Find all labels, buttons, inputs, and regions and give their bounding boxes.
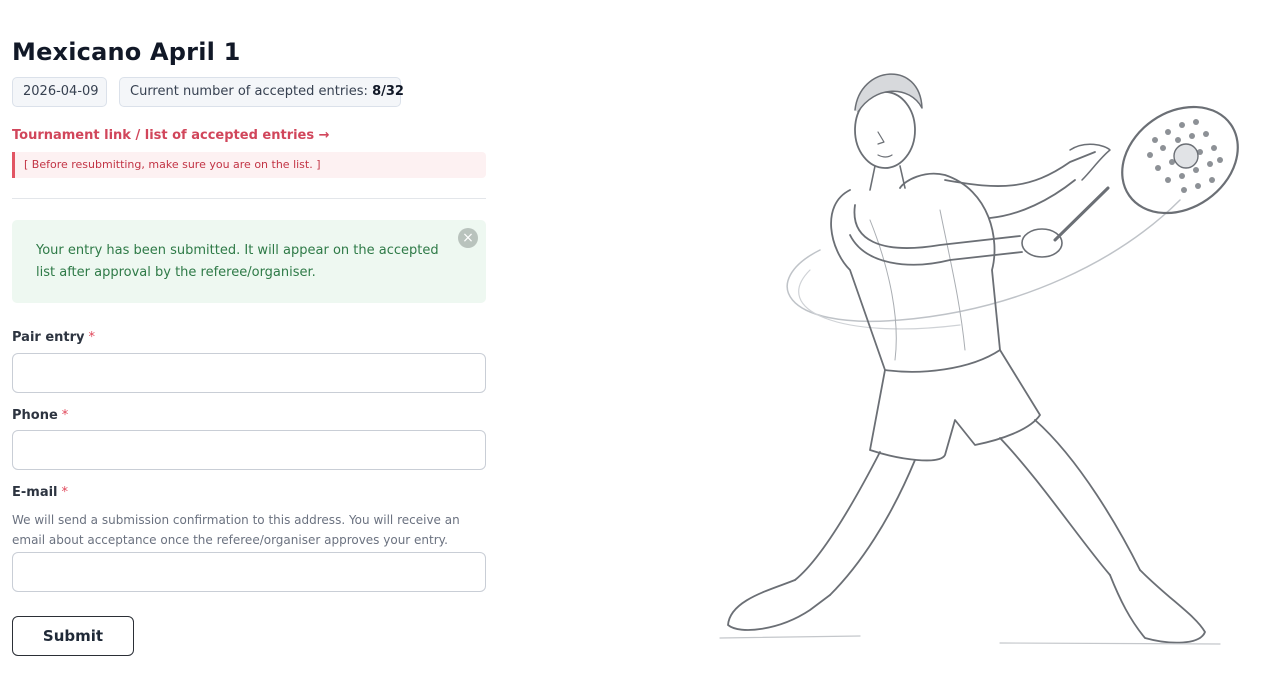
page: Mexicano April 1 2026-04-09 Current numb… (0, 0, 1269, 699)
submit-button[interactable]: Submit (12, 616, 134, 656)
divider (12, 198, 486, 199)
tournament-link[interactable]: Tournament link / list of accepted entri… (12, 128, 330, 143)
required-marker: * (88, 330, 96, 345)
pair-entry-label-text: Pair entry (12, 330, 85, 345)
phone-input[interactable] (12, 430, 486, 470)
email-input[interactable] (12, 552, 486, 592)
close-icon[interactable]: × (458, 228, 478, 248)
required-marker: * (61, 485, 69, 500)
padel-player-illustration (719, 73, 1239, 645)
required-marker: * (61, 408, 69, 423)
pair-entry-input[interactable] (12, 353, 486, 393)
success-alert: Your entry has been submitted. It will a… (12, 220, 486, 303)
email-label-text: E-mail (12, 485, 58, 500)
success-alert-message: Your entry has been submitted. It will a… (36, 243, 439, 280)
entries-count-badge: Current number of accepted entries: 8/32 (119, 77, 404, 107)
date-badge: 2026-04-09 (12, 77, 107, 107)
pair-entry-label: Pair entry * (12, 330, 95, 345)
resubmit-warning: [ Before resubmitting, make sure you are… (12, 152, 486, 178)
page-title: Mexicano April 1 (12, 38, 241, 66)
phone-label-text: Phone (12, 408, 58, 423)
email-label: E-mail * (12, 485, 68, 500)
phone-label: Phone * (12, 408, 68, 423)
entries-count-label: Current number of accepted entries: (130, 84, 368, 99)
entries-count-value: 8/32 (372, 84, 404, 99)
email-hint: We will send a submission confirmation t… (12, 513, 460, 547)
